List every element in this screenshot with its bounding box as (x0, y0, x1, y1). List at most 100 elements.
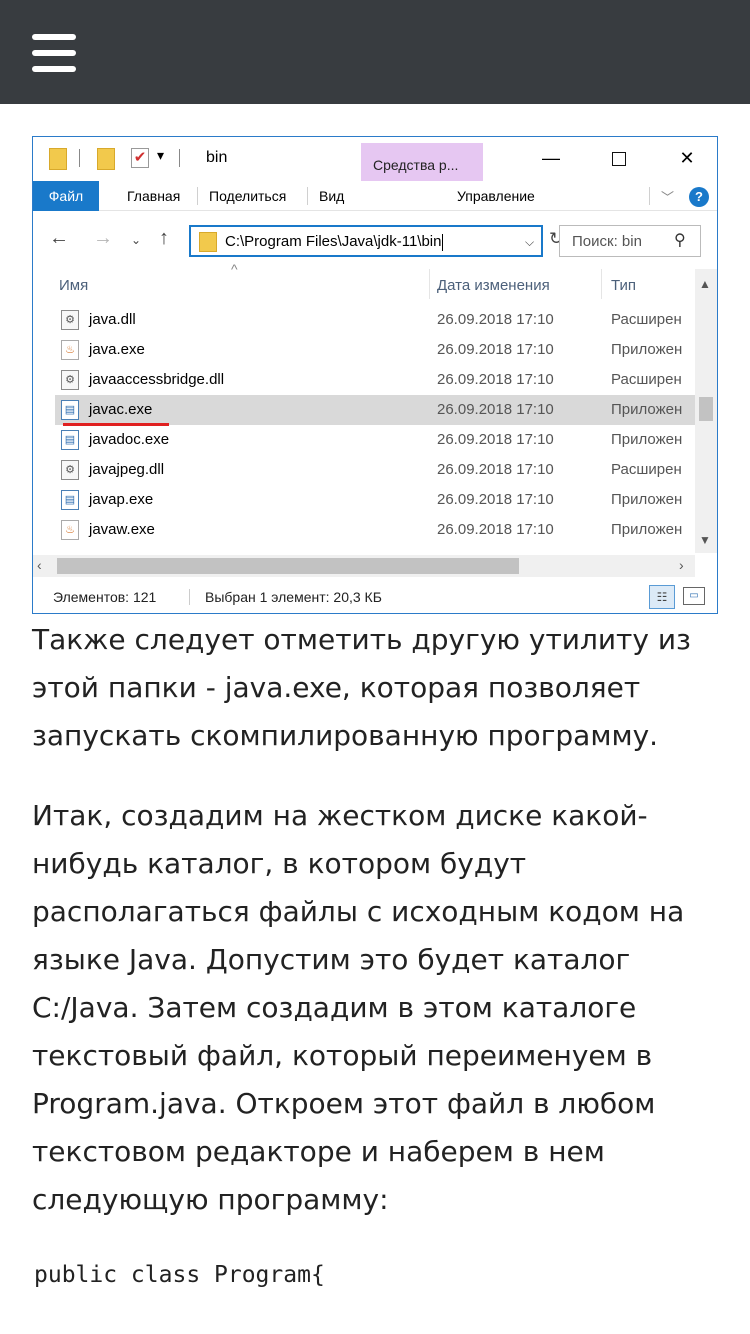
file-date: 26.09.2018 17:10 (437, 341, 554, 358)
file-name: javadoc.exe (89, 431, 170, 448)
code-block: public class Program{ (34, 1262, 325, 1288)
window-title: bin (206, 149, 228, 166)
back-arrow-icon[interactable]: ← (49, 227, 69, 250)
file-name: javap.exe (89, 491, 154, 508)
ribbon-separator (197, 187, 198, 205)
column-divider[interactable] (429, 269, 430, 299)
explorer-screenshot: ✔ ▾ bin Средства р... — ✕ Файл Главная П… (32, 136, 718, 614)
top-nav-bar (0, 0, 750, 104)
article-paragraph: Итак, создадим на жестком диске какой-ни… (32, 799, 685, 1216)
file-row[interactable]: ♨ javaw.exe 26.09.2018 17:10 Приложен (55, 515, 695, 545)
search-box[interactable]: ⚲ (559, 225, 701, 257)
scrollbar-thumb[interactable] (699, 397, 713, 421)
file-type: Приложен (611, 341, 683, 358)
address-path: C:\Program Files\Java\jdk-11\bin (225, 233, 442, 250)
address-bar[interactable]: C:\Program Files\Java\jdk-11\bin ⌵ (189, 225, 543, 257)
vertical-scrollbar[interactable]: ▲ ▼ (695, 269, 717, 553)
text-caret (442, 233, 444, 251)
column-header-name[interactable]: Имя (59, 277, 88, 294)
scroll-up-arrow-icon[interactable]: ▲ (699, 277, 711, 291)
file-type: Расширен (611, 461, 682, 478)
file-name: javac.exe (89, 401, 153, 418)
expand-ribbon-chevron-icon[interactable]: ﹀ (661, 187, 674, 206)
minimize-button[interactable]: — (529, 145, 573, 173)
file-type: Расширен (611, 311, 682, 328)
file-type: Расширен (611, 371, 682, 388)
file-date: 26.09.2018 17:10 (437, 491, 554, 508)
up-arrow-icon[interactable]: ↑ (159, 227, 169, 250)
file-name: java.exe (89, 341, 145, 358)
dll-file-icon: ⚙ (61, 460, 79, 480)
maximize-icon (612, 152, 626, 167)
article-paragraph: Также следует отметить другую утилиту из… (32, 623, 691, 752)
hamburger-line (32, 66, 76, 72)
file-date: 26.09.2018 17:10 (437, 521, 554, 538)
tab-manage[interactable]: Управление (449, 181, 543, 211)
highlight-underline (63, 423, 169, 426)
status-bar: Элементов: 121 Выбран 1 элемент: 20,3 КБ… (33, 581, 717, 613)
scroll-left-arrow-icon[interactable]: ‹ (37, 557, 42, 573)
ribbon-tabs: Файл Главная Поделиться Вид Управление ﹀… (33, 181, 717, 211)
file-row[interactable]: ⚙ javaaccessbridge.dll 26.09.2018 17:10 … (55, 365, 695, 395)
help-icon[interactable]: ? (689, 187, 709, 207)
tab-share[interactable]: Поделиться (201, 181, 294, 211)
horizontal-scrollbar[interactable]: ‹ › (33, 555, 695, 577)
file-name: javajpeg.dll (89, 461, 165, 478)
column-header-date[interactable]: Дата изменения (437, 277, 550, 294)
file-name: javaaccessbridge.dll (89, 371, 225, 388)
file-type: Приложен (611, 431, 683, 448)
properties-check-icon[interactable]: ✔ (131, 148, 149, 168)
details-view-icon[interactable]: ☷ (649, 585, 675, 609)
tab-home[interactable]: Главная (119, 181, 188, 211)
forward-arrow-icon[interactable]: → (93, 227, 113, 250)
maximize-button[interactable] (597, 145, 641, 173)
tab-view[interactable]: Вид (311, 181, 352, 211)
exe-file-icon: ▤ (61, 490, 79, 510)
file-row[interactable]: ▤ javap.exe 26.09.2018 17:10 Приложен (55, 485, 695, 515)
dll-file-icon: ⚙ (61, 310, 79, 330)
file-type: Приложен (611, 521, 683, 538)
dll-file-icon: ⚙ (61, 370, 79, 390)
file-row[interactable]: ⚙ java.dll 26.09.2018 17:10 Расширен (55, 305, 695, 335)
recent-locations-chevron-icon[interactable]: ⌄ (131, 233, 141, 247)
exe-file-icon: ▤ (61, 400, 79, 420)
column-header-type[interactable]: Тип (611, 277, 636, 294)
file-row-selected[interactable]: ▤ javac.exe 26.09.2018 17:10 Приложен (55, 395, 695, 425)
search-icon[interactable]: ⚲ (674, 230, 686, 250)
file-row[interactable]: ▤ javadoc.exe 26.09.2018 17:10 Приложен (55, 425, 695, 455)
close-button[interactable]: ✕ (665, 145, 709, 173)
toolbar-separator (79, 149, 80, 167)
tab-file[interactable]: Файл (33, 181, 99, 211)
file-type: Приложен (611, 491, 683, 508)
hamburger-menu-icon[interactable] (32, 34, 76, 72)
sort-ascending-icon: ^ (231, 261, 238, 277)
file-date: 26.09.2018 17:10 (437, 401, 554, 418)
file-row[interactable]: ⚙ javajpeg.dll 26.09.2018 17:10 Расширен (55, 455, 695, 485)
column-divider[interactable] (601, 269, 602, 299)
file-date: 26.09.2018 17:10 (437, 371, 554, 388)
scroll-down-arrow-icon[interactable]: ▼ (699, 533, 711, 547)
java-exe-icon: ♨ (61, 520, 79, 540)
address-path-text[interactable]: C:\Program Files\Java\jdk-11\bin (225, 233, 444, 251)
address-row: ← → ⌄ ↑ C:\Program Files\Java\jdk-11\bin… (33, 221, 717, 261)
ribbon-separator (649, 187, 650, 205)
folder-icon (199, 232, 217, 252)
quick-access-dropdown-icon[interactable]: ▾ (157, 147, 164, 164)
folder-icon (49, 148, 67, 170)
column-headers: Имя ^ Дата изменения Тип (33, 261, 695, 299)
file-date: 26.09.2018 17:10 (437, 311, 554, 328)
file-type: Приложен (611, 401, 683, 418)
file-list: ⚙ java.dll 26.09.2018 17:10 Расширен ♨ j… (33, 303, 695, 553)
item-count: Элементов: 121 (53, 589, 157, 605)
address-dropdown-chevron-icon[interactable]: ⌵ (525, 235, 534, 250)
exe-file-icon: ▤ (61, 430, 79, 450)
large-icons-view-icon[interactable]: ▭ (683, 587, 705, 605)
new-folder-icon[interactable] (97, 148, 115, 170)
scroll-right-arrow-icon[interactable]: › (679, 557, 684, 573)
file-date: 26.09.2018 17:10 (437, 431, 554, 448)
file-row[interactable]: ♨ java.exe 26.09.2018 17:10 Приложен (55, 335, 695, 365)
scrollbar-thumb[interactable] (57, 558, 519, 574)
contextual-tab-tools[interactable]: Средства р... (361, 143, 483, 183)
search-input[interactable] (560, 226, 668, 256)
file-date: 26.09.2018 17:10 (437, 461, 554, 478)
